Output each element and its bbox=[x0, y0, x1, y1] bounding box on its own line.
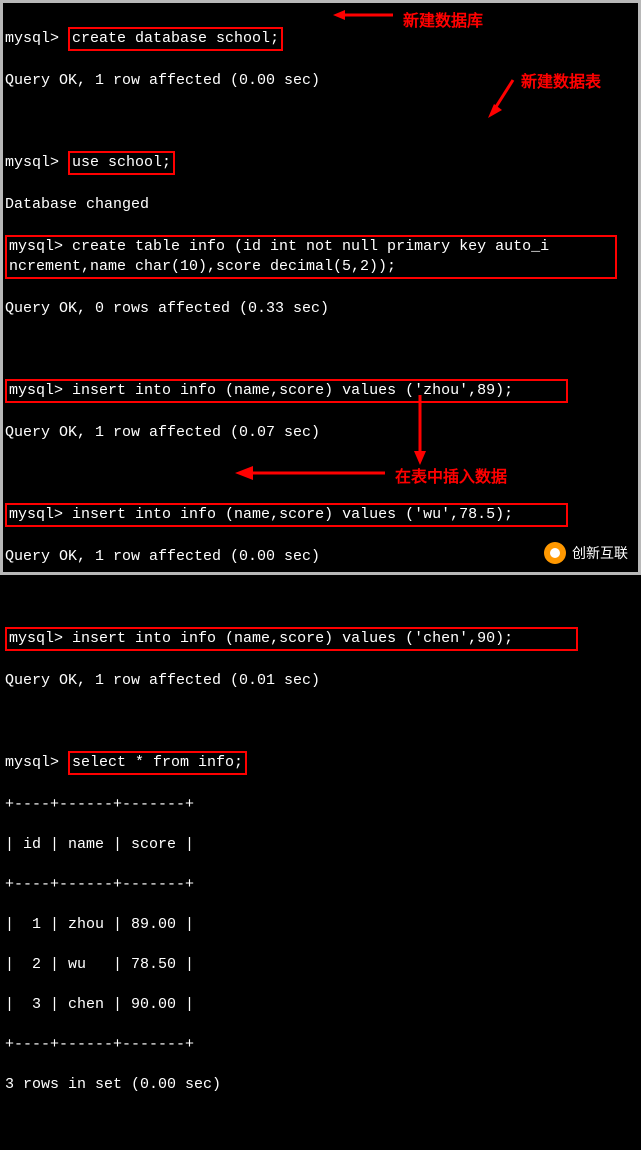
output-insert-2: Query OK, 1 row affected (0.00 sec) bbox=[5, 547, 636, 567]
cmd-create-database: create database school; bbox=[68, 27, 283, 51]
watermark: 创新互联 bbox=[544, 542, 628, 564]
cmd-use-database: use school; bbox=[68, 151, 175, 175]
watermark-text: 创新互联 bbox=[572, 543, 628, 563]
output-insert-1: Query OK, 1 row affected (0.07 sec) bbox=[5, 423, 636, 443]
cmd-create-table-l2: ncrement,name char(10),score decimal(5,2… bbox=[9, 258, 396, 275]
prompt: mysql> bbox=[5, 754, 59, 771]
prompt: mysql> bbox=[9, 382, 63, 399]
table-border: +----+------+-------+ bbox=[5, 875, 636, 895]
terminal-output[interactable]: mysql> create database school; Query OK,… bbox=[3, 3, 638, 1150]
table-row: | 1 | zhou | 89.00 | bbox=[5, 915, 636, 935]
table-row: | 2 | wu | 78.50 | bbox=[5, 955, 636, 975]
output-insert-3: Query OK, 1 row affected (0.01 sec) bbox=[5, 671, 636, 691]
annotation-create-db: 新建数据库 bbox=[403, 7, 483, 31]
prompt: mysql> bbox=[5, 30, 59, 47]
prompt: mysql> bbox=[5, 154, 59, 171]
cmd-insert-1: insert into info (name,score) values ('z… bbox=[72, 382, 513, 399]
table-border: +----+------+-------+ bbox=[5, 795, 636, 815]
annotation-create-table: 新建数据表 bbox=[521, 68, 601, 92]
cmd-insert-3: insert into info (name,score) values ('c… bbox=[72, 630, 513, 647]
logo-icon bbox=[544, 542, 566, 564]
cmd-insert-2: insert into info (name,score) values ('w… bbox=[72, 506, 513, 523]
cmd-create-table-l1: mysql> create table info (id int not nul… bbox=[9, 238, 549, 255]
prompt: mysql> bbox=[9, 506, 63, 523]
table-header: | id | name | score | bbox=[5, 835, 636, 855]
table-border: +----+------+-------+ bbox=[5, 1035, 636, 1055]
annotation-insert-data: 在表中插入数据 bbox=[395, 463, 507, 487]
prompt: mysql> bbox=[9, 630, 63, 647]
output-use-db: Database changed bbox=[5, 195, 636, 215]
table-footer: 3 rows in set (0.00 sec) bbox=[5, 1075, 636, 1095]
cmd-select: select * from info; bbox=[68, 751, 247, 775]
output-create-table: Query OK, 0 rows affected (0.33 sec) bbox=[5, 299, 636, 319]
table-row: | 3 | chen | 90.00 | bbox=[5, 995, 636, 1015]
